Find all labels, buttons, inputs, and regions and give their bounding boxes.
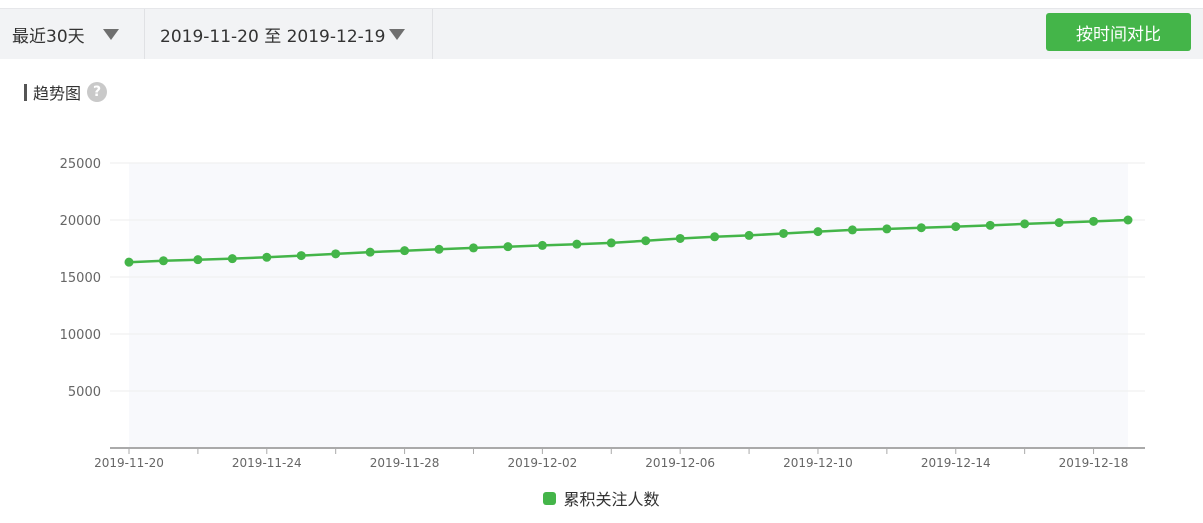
data-point	[434, 244, 444, 254]
data-point	[985, 220, 995, 230]
data-point	[124, 257, 134, 267]
data-point	[710, 232, 720, 242]
data-point	[916, 223, 926, 233]
x-tick-label: 2019-11-28	[370, 456, 440, 470]
date-range-value: 2019-11-20 至 2019-12-19	[160, 26, 386, 47]
x-tick-label: 2019-11-24	[232, 456, 302, 470]
data-point	[227, 254, 237, 264]
legend-swatch	[543, 491, 557, 505]
data-point	[1123, 215, 1133, 225]
section-header: 趋势图 ?	[24, 81, 108, 103]
x-tick-label: 2019-12-02	[508, 456, 578, 470]
data-point	[365, 247, 375, 257]
data-point	[193, 255, 203, 265]
section-title: 趋势图	[33, 84, 82, 103]
trend-chart: 5000 10000 15000 20000 25000 2019-11-20 2019-1…	[60, 157, 1145, 470]
filter-bar: 最近30天 2019-11-20 至 2019-12-19 按时间对比	[0, 8, 1203, 59]
time-range-value: 最近30天	[12, 26, 85, 47]
data-point	[572, 239, 582, 249]
x-tick-label: 2019-11-20	[94, 456, 164, 470]
data-point	[503, 242, 513, 252]
y-tick-label: 10000	[60, 328, 101, 343]
data-point	[331, 249, 341, 259]
x-tick-label: 2019-12-10	[783, 456, 853, 470]
x-tick-label: 2019-12-14	[921, 456, 991, 470]
data-point	[641, 236, 651, 246]
chevron-down-icon	[103, 29, 119, 40]
data-point	[606, 238, 616, 248]
compare-by-time-button[interactable]: 按时间对比	[1046, 13, 1191, 51]
data-point	[296, 251, 306, 261]
x-tick-label: 2019-12-18	[1059, 456, 1129, 470]
y-tick-label: 5000	[68, 385, 101, 400]
data-point	[951, 222, 961, 232]
data-point	[1089, 216, 1099, 226]
date-range-select[interactable]: 2019-11-20 至 2019-12-19	[146, 9, 433, 59]
y-tick-label: 25000	[60, 157, 101, 172]
chevron-down-icon	[389, 29, 405, 40]
data-point	[1020, 219, 1030, 229]
data-point	[537, 240, 547, 250]
data-point	[882, 224, 892, 234]
data-point	[262, 252, 272, 262]
legend-label: 累积关注人数	[563, 490, 660, 509]
title-accent-bar	[24, 83, 27, 101]
data-point	[847, 225, 857, 235]
data-point	[1054, 218, 1064, 228]
data-point	[468, 243, 478, 253]
y-tick-label: 15000	[60, 271, 101, 286]
data-point	[400, 246, 410, 256]
y-tick-label: 20000	[60, 214, 101, 229]
chart-legend[interactable]: 累积关注人数	[0, 486, 1203, 510]
data-point	[813, 227, 823, 237]
plot-area	[129, 163, 1128, 448]
x-tick-label: 2019-12-06	[645, 456, 715, 470]
data-point	[158, 256, 168, 266]
help-icon[interactable]: ?	[87, 82, 108, 102]
data-point	[675, 233, 685, 243]
time-range-select[interactable]: 最近30天	[0, 9, 145, 59]
data-point	[779, 228, 789, 238]
data-point	[744, 230, 754, 240]
